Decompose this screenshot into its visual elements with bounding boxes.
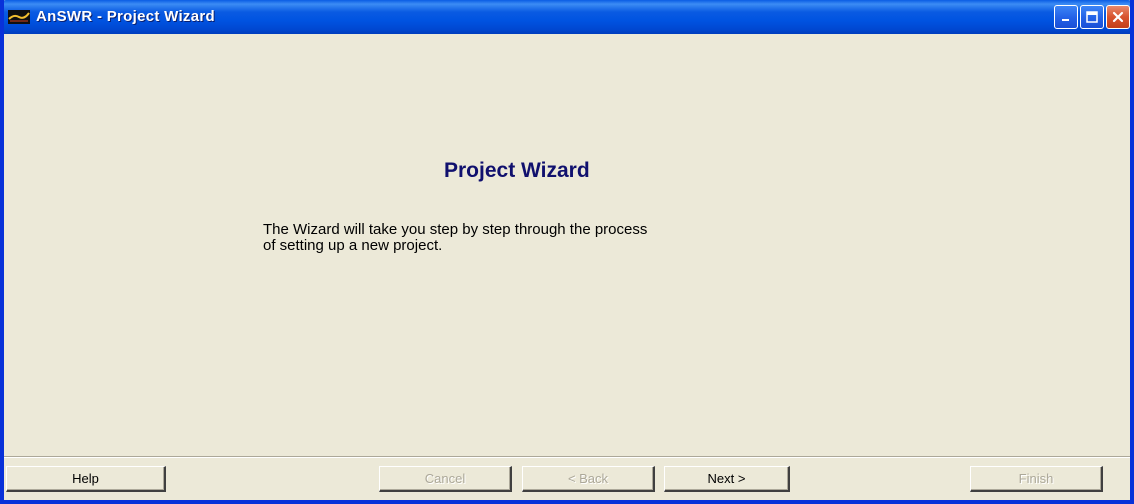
cancel-button[interactable]: Cancel [379,466,512,492]
maximize-icon [1085,10,1099,24]
wizard-content: Project Wizard The Wizard will take you … [4,34,1130,500]
description-line-1: The Wizard will take you step by step th… [263,221,648,238]
close-icon [1111,10,1125,24]
minimize-button[interactable] [1054,5,1078,29]
page-title: Project Wizard [444,159,590,182]
wizard-window: AnSWR - Project Wizard Project Wizard Th… [0,0,1134,504]
back-button[interactable]: < Back [522,466,655,492]
finish-button[interactable]: Finish [970,466,1103,492]
back-button-label: < Back [567,471,609,486]
button-separator [4,456,1130,458]
answr-app-icon [8,10,30,24]
finish-button-label: Finish [1018,471,1054,486]
next-button-label: Next > [707,471,746,486]
cancel-button-label: Cancel [424,471,466,486]
wizard-description: The Wizard will take you step by step th… [263,222,903,254]
next-button[interactable]: Next > [664,466,790,492]
close-button[interactable] [1106,5,1130,29]
window-title: AnSWR - Project Wizard [36,8,215,25]
help-button[interactable]: Help [6,466,166,492]
description-line-2: of setting up a new project. [263,237,443,254]
title-bar[interactable]: AnSWR - Project Wizard [4,0,1130,34]
help-button-label: Help [72,471,99,486]
maximize-button[interactable] [1080,5,1104,29]
minimize-icon [1060,11,1072,23]
